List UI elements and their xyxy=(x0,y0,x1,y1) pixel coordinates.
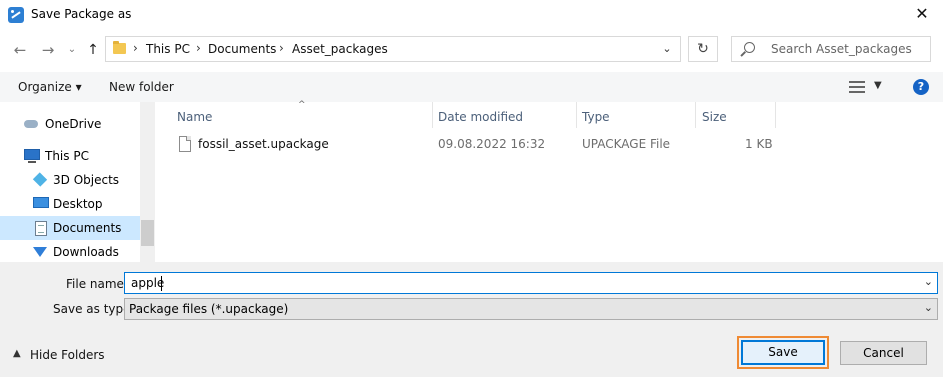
chevron-down-icon[interactable]: ⌄ xyxy=(924,275,933,288)
column-divider[interactable] xyxy=(775,102,776,128)
recent-locations-chevron-icon[interactable]: ⌄ xyxy=(62,40,82,60)
sidebar-item-label: 3D Objects xyxy=(53,173,120,187)
column-header-type[interactable]: Type xyxy=(582,110,610,124)
title-bar: Save Package as ✕ xyxy=(0,0,943,30)
sidebar-item-label: Desktop xyxy=(53,197,103,211)
breadcrumb-documents[interactable]: Documents xyxy=(208,42,276,56)
address-bar[interactable]: › This PC › Documents › Asset_packages ⌄ xyxy=(105,36,681,62)
refresh-icon[interactable]: ↻ xyxy=(688,36,718,62)
hide-folders-button[interactable]: Hide Folders xyxy=(30,348,105,362)
chevron-down-icon[interactable]: ⌄ xyxy=(924,301,933,314)
chevron-right-icon[interactable]: › xyxy=(279,41,284,55)
file-name-label: File name: xyxy=(66,277,128,291)
desktop-icon xyxy=(33,197,49,208)
breadcrumb-this-pc[interactable]: This PC xyxy=(146,42,190,56)
help-icon[interactable]: ? xyxy=(913,79,929,95)
save-as-type-value: Package files (*.upackage) xyxy=(129,302,289,316)
search-placeholder: Search Asset_packages xyxy=(771,42,912,56)
save-as-type-select[interactable]: Package files (*.upackage) ⌄ xyxy=(124,298,938,320)
download-icon xyxy=(33,247,47,257)
new-folder-button[interactable]: New folder xyxy=(109,80,174,94)
forward-arrow-icon[interactable]: → xyxy=(38,40,58,60)
column-divider[interactable] xyxy=(432,102,433,128)
window-title: Save Package as xyxy=(31,7,132,21)
documents-icon xyxy=(35,221,47,236)
file-list: ^ Name Date modified Type Size fossil_as… xyxy=(160,100,943,262)
back-arrow-icon[interactable]: ← xyxy=(10,40,30,60)
navigation-pane: OneDrive This PC 3D Objects Desktop Docu… xyxy=(0,102,155,262)
file-type-cell: UPACKAGE File xyxy=(582,137,671,151)
computer-icon xyxy=(24,149,40,163)
file-date-cell: 09.08.2022 16:32 xyxy=(438,137,546,151)
file-name-value: apple xyxy=(131,276,165,290)
app-icon xyxy=(8,7,24,23)
sort-ascending-icon: ^ xyxy=(298,100,306,110)
column-divider[interactable] xyxy=(576,102,577,128)
sidebar-item-onedrive[interactable]: OneDrive xyxy=(0,112,140,136)
save-button[interactable]: Save xyxy=(741,340,825,365)
file-name-input[interactable]: apple ⌄ xyxy=(124,272,938,294)
search-input[interactable]: Search Asset_packages xyxy=(731,36,931,62)
sidebar-item-this-pc[interactable]: This PC xyxy=(0,144,140,168)
command-bar: Organize ▾ New folder ▼ ? xyxy=(0,72,943,102)
file-name-cell[interactable]: fossil_asset.upackage xyxy=(198,137,329,151)
text-cursor xyxy=(161,276,162,291)
column-header-name[interactable]: Name xyxy=(177,110,212,124)
up-arrow-icon[interactable]: ↑ xyxy=(83,40,103,60)
column-divider[interactable] xyxy=(695,102,696,128)
breadcrumb-asset-packages[interactable]: Asset_packages xyxy=(292,42,388,56)
file-icon xyxy=(179,136,191,152)
sidebar-item-label: OneDrive xyxy=(45,117,102,131)
column-header-date-modified[interactable]: Date modified xyxy=(438,110,523,124)
cancel-button[interactable]: Cancel xyxy=(840,341,927,365)
column-header-size[interactable]: Size xyxy=(702,110,727,124)
sidebar-item-label: This PC xyxy=(45,149,89,163)
chevron-up-icon[interactable]: ▲ xyxy=(13,348,21,359)
sidebar-item-desktop[interactable]: Desktop xyxy=(0,192,140,216)
sidebar-item-label: Downloads xyxy=(53,245,119,259)
view-dropdown-icon[interactable]: ▼ xyxy=(874,80,882,91)
sidebar-item-documents[interactable]: Documents xyxy=(0,216,140,240)
organize-button[interactable]: Organize ▾ xyxy=(18,80,82,94)
cube-icon xyxy=(32,172,48,187)
sidebar-item-downloads[interactable]: Downloads xyxy=(0,240,140,262)
file-size-cell: 1 KB xyxy=(745,137,773,151)
folder-icon xyxy=(113,41,126,54)
close-icon[interactable]: ✕ xyxy=(911,3,933,25)
chevron-down-icon[interactable]: ⌄ xyxy=(660,41,674,57)
chevron-right-icon[interactable]: › xyxy=(196,41,201,55)
save-as-type-label: Save as type: xyxy=(53,302,135,316)
sidebar-item-3d-objects[interactable]: 3D Objects xyxy=(0,168,140,192)
search-icon xyxy=(744,42,755,53)
chevron-right-icon[interactable]: › xyxy=(133,41,138,55)
view-options-icon[interactable] xyxy=(849,81,865,93)
cloud-icon xyxy=(24,120,38,128)
sidebar-scrollbar-thumb[interactable] xyxy=(141,220,154,246)
sidebar-item-label: Documents xyxy=(53,221,122,235)
